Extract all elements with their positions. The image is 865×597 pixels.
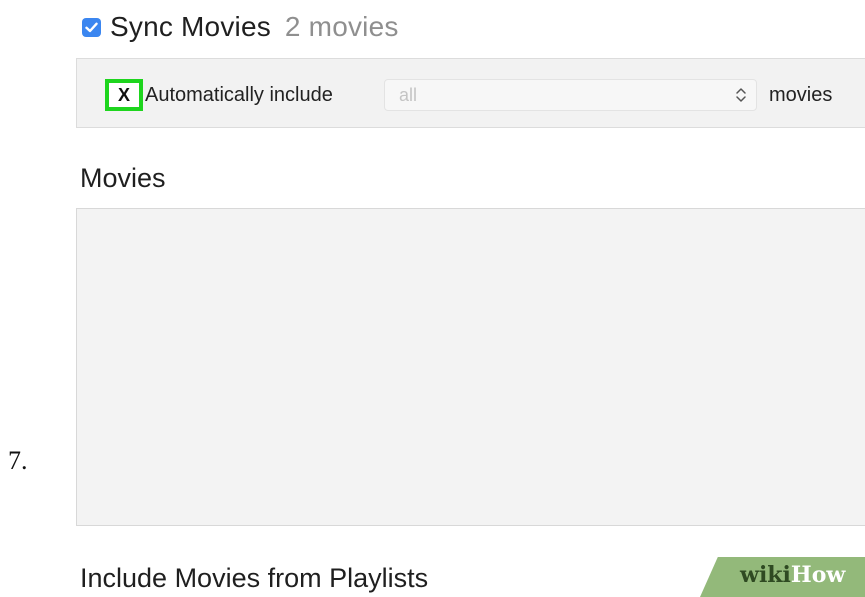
- watermark-how: How: [790, 562, 846, 588]
- playlists-heading: Include Movies from Playlists: [80, 563, 429, 593]
- x-mark-icon: X: [117, 85, 130, 105]
- auto-include-select[interactable]: all: [384, 79, 757, 111]
- watermark-wiki: wiki: [740, 562, 791, 588]
- auto-include-label: Automatically include: [145, 84, 333, 106]
- sync-movies-checkbox[interactable]: [82, 17, 101, 37]
- auto-include-select-value: all: [399, 85, 418, 105]
- checkmark-icon: [85, 22, 98, 32]
- sync-movies-count: 2 movies: [284, 11, 399, 42]
- sync-movies-header: Sync Movies 2 movies: [82, 10, 399, 44]
- auto-include-checkbox[interactable]: X: [105, 79, 143, 111]
- watermark-logo: wikiHow: [740, 562, 845, 588]
- chevron-up-down-icon: [736, 88, 746, 102]
- sync-movies-title: Sync Movies: [110, 11, 271, 42]
- movies-list[interactable]: [76, 208, 865, 526]
- auto-include-suffix: movies: [769, 84, 833, 106]
- movies-heading: Movies: [80, 163, 166, 193]
- step-number: 7.: [8, 446, 28, 475]
